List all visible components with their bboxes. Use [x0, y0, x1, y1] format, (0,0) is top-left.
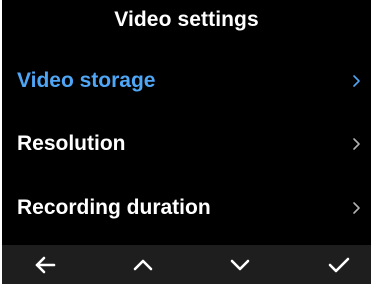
menu-item-resolution[interactable]: Resolution [2, 122, 371, 166]
bottom-navigation-bar [2, 245, 371, 284]
chevron-up-icon [133, 259, 153, 271]
menu-item-label: Resolution [17, 132, 126, 155]
chevron-down-icon [230, 259, 250, 271]
back-button[interactable] [20, 245, 70, 284]
menu-item-recording-duration[interactable]: Recording duration [2, 186, 371, 230]
chevron-right-icon [353, 138, 360, 150]
menu-item-video-storage[interactable]: Video storage [2, 59, 371, 103]
confirm-button[interactable] [314, 245, 364, 284]
chevron-right-icon [353, 75, 360, 87]
arrow-left-icon [35, 256, 56, 274]
down-button[interactable] [215, 245, 265, 284]
up-button[interactable] [118, 245, 168, 284]
chevron-right-icon [353, 202, 360, 214]
menu-item-label: Video storage [17, 69, 156, 92]
video-settings-screen: Video settings Video storage Resolution … [2, 0, 371, 284]
menu-item-label: Recording duration [17, 196, 211, 219]
page-title: Video settings [114, 8, 259, 31]
checkmark-icon [328, 257, 350, 273]
